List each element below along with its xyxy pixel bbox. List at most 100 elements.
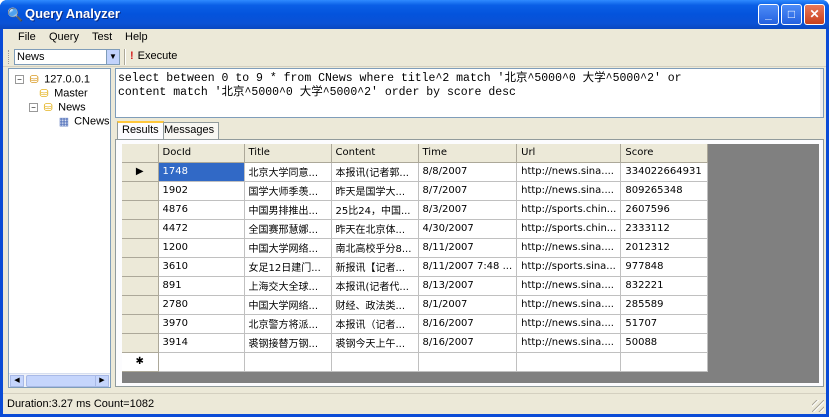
table-row[interactable]: 3970 北京警方将派... 本报讯（记者... 8/16/2007 http://ne… <box>122 314 709 334</box>
cell-time[interactable]: 4/30/2007 <box>418 219 518 239</box>
table-row[interactable]: 4472 全国赛邢慧娜... 昨天在北京体... 4/30/2007 http://sp… <box>122 219 709 239</box>
cell-time[interactable]: 8/8/2007 <box>418 162 518 182</box>
cell-title[interactable]: 中国男排推出... <box>244 200 332 220</box>
cell-content[interactable]: 新报讯【记者... <box>331 257 419 277</box>
table-row[interactable]: 891 上海交大全球... 本报讯(记者代... 8/13/2007 http://ne… <box>122 276 709 296</box>
cell-score[interactable]: 977848 <box>620 257 709 277</box>
server-tree[interactable]: − ⛁ 127.0.0.1 ⛁ Master − ⛁ News ▦ CNews … <box>8 68 111 388</box>
cell-score[interactable]: 285589 <box>620 295 709 315</box>
row-header[interactable] <box>122 257 159 277</box>
cell-url[interactable]: http://news.sina.... <box>516 238 622 258</box>
cell-content[interactable]: 南北高校乎分8... <box>331 238 419 258</box>
cell-title[interactable]: 女足12日建门... <box>244 257 332 277</box>
cell-docid[interactable]: 1902 <box>158 181 245 201</box>
cell-score[interactable]: 51707 <box>620 314 709 334</box>
cell-score[interactable]: 832221 <box>620 276 709 296</box>
cell-time[interactable]: 8/1/2007 <box>418 295 518 315</box>
new-row[interactable]: ✱ <box>122 352 709 372</box>
new-row-cell[interactable] <box>244 352 332 372</box>
cell-url[interactable]: http://news.sina.... <box>516 295 622 315</box>
row-header[interactable] <box>122 238 159 258</box>
cell-time[interactable]: 8/16/2007 <box>418 314 518 334</box>
tree-horizontal-scrollbar[interactable]: ◀ ▶ <box>9 373 110 387</box>
table-row[interactable]: 3914 裘钢接替万钢... 裘钢今天上午... 8/16/2007 http://ne… <box>122 333 709 353</box>
results-grid[interactable]: DocId Title Content Time Url Score ▶ 1748… <box>122 144 709 372</box>
editor-scrollbar[interactable] <box>820 69 823 117</box>
cell-time[interactable]: 8/3/2007 <box>418 200 518 220</box>
menu-file[interactable]: File <box>18 31 36 43</box>
tree-node-server[interactable]: − ⛁ 127.0.0.1 <box>15 73 90 86</box>
cell-docid[interactable]: 891 <box>158 276 245 296</box>
cell-title[interactable]: 北京大学同意... <box>244 162 332 182</box>
new-row-cell[interactable] <box>620 352 709 372</box>
cell-time[interactable]: 8/11/2007 7:48 ... <box>418 257 518 277</box>
cell-score[interactable]: 2012312 <box>620 238 709 258</box>
cell-time[interactable]: 8/11/2007 <box>418 238 518 258</box>
tree-node-master[interactable]: ⛁ Master <box>37 87 87 100</box>
grid-corner[interactable] <box>122 144 159 163</box>
collapse-toggle-icon[interactable]: − <box>15 75 24 84</box>
cell-docid[interactable]: 3970 <box>158 314 245 334</box>
chevron-down-icon[interactable]: ▼ <box>106 50 119 64</box>
cell-url[interactable]: http://sports.chin... <box>516 219 622 239</box>
cell-docid[interactable]: 4876 <box>158 200 245 220</box>
table-row[interactable]: 1200 中国大学网络... 南北高校乎分8... 8/11/2007 http://n… <box>122 238 709 258</box>
cell-url[interactable]: http://news.sina.... <box>516 276 622 296</box>
cell-docid[interactable]: 4472 <box>158 219 245 239</box>
scroll-left-icon[interactable]: ◀ <box>10 375 24 387</box>
cell-content[interactable]: 本报讯（记者... <box>331 314 419 334</box>
cell-docid[interactable]: 2780 <box>158 295 245 315</box>
table-row[interactable]: 3610 女足12日建门... 新报讯【记者... 8/11/2007 7:48 ..… <box>122 257 709 277</box>
cell-docid[interactable]: 3914 <box>158 333 245 353</box>
row-header[interactable] <box>122 314 159 334</box>
resize-grip-icon[interactable] <box>812 400 824 412</box>
query-editor[interactable]: select between 0 to 9 * from CNews where… <box>115 68 824 118</box>
cell-title[interactable]: 全国赛邢慧娜... <box>244 219 332 239</box>
cell-title[interactable]: 中国大学网络... <box>244 238 332 258</box>
tree-node-news[interactable]: − ⛁ News <box>29 101 86 114</box>
cell-title[interactable]: 国学大师季羡... <box>244 181 332 201</box>
close-button[interactable]: ✕ <box>804 4 825 25</box>
new-row-cell[interactable] <box>331 352 419 372</box>
tab-messages[interactable]: Messages <box>159 122 220 139</box>
cell-score[interactable]: 2607596 <box>620 200 709 220</box>
cell-score[interactable]: 809265348 <box>620 181 709 201</box>
cell-url[interactable]: http://news.sina.... <box>516 162 622 182</box>
cell-content[interactable]: 昨天在北京体... <box>331 219 419 239</box>
cell-content[interactable]: 财经、政法类... <box>331 295 419 315</box>
cell-title[interactable]: 上海交大全球... <box>244 276 332 296</box>
cell-title[interactable]: 北京警方将派... <box>244 314 332 334</box>
minimize-button[interactable]: _ <box>758 4 779 25</box>
row-header[interactable]: ▶ <box>122 162 159 182</box>
menu-help[interactable]: Help <box>125 31 148 43</box>
cell-score[interactable]: 2333112 <box>620 219 709 239</box>
maximize-button[interactable]: □ <box>781 4 802 25</box>
column-header-url[interactable]: Url <box>516 144 622 163</box>
menu-query[interactable]: Query <box>49 31 79 43</box>
table-row[interactable]: 4876 中国男排推出... 25比24，中国... 8/3/2007 http://s… <box>122 200 709 220</box>
execute-button[interactable]: ! Execute <box>130 50 177 62</box>
cell-url[interactable]: http://news.sina.... <box>516 333 622 353</box>
cell-time[interactable]: 8/13/2007 <box>418 276 518 296</box>
new-row-header[interactable]: ✱ <box>122 352 159 372</box>
collapse-toggle-icon[interactable]: − <box>29 103 38 112</box>
cell-docid[interactable]: 1748 <box>158 162 245 182</box>
cell-content[interactable]: 昨天是国学大... <box>331 181 419 201</box>
toolbar-grip[interactable] <box>8 50 11 64</box>
row-header[interactable] <box>122 276 159 296</box>
row-header[interactable] <box>122 295 159 315</box>
scrollbar-thumb[interactable] <box>26 375 98 387</box>
table-row[interactable]: 2780 中国大学网络... 财经、政法类... 8/1/2007 http://new… <box>122 295 709 315</box>
menu-test[interactable]: Test <box>92 31 112 43</box>
table-row[interactable]: 1902 国学大师季羡... 昨天是国学大... 8/7/2007 http://new… <box>122 181 709 201</box>
tab-results[interactable]: Results <box>117 121 164 139</box>
new-row-cell[interactable] <box>516 352 622 372</box>
scroll-right-icon[interactable]: ▶ <box>95 375 109 387</box>
row-header[interactable] <box>122 200 159 220</box>
cell-score[interactable]: 50088 <box>620 333 709 353</box>
database-select[interactable]: News ▼ <box>14 49 120 65</box>
cell-content[interactable]: 本报讯(记者代... <box>331 276 419 296</box>
new-row-cell[interactable] <box>158 352 245 372</box>
column-header-content[interactable]: Content <box>331 144 419 163</box>
cell-time[interactable]: 8/16/2007 <box>418 333 518 353</box>
